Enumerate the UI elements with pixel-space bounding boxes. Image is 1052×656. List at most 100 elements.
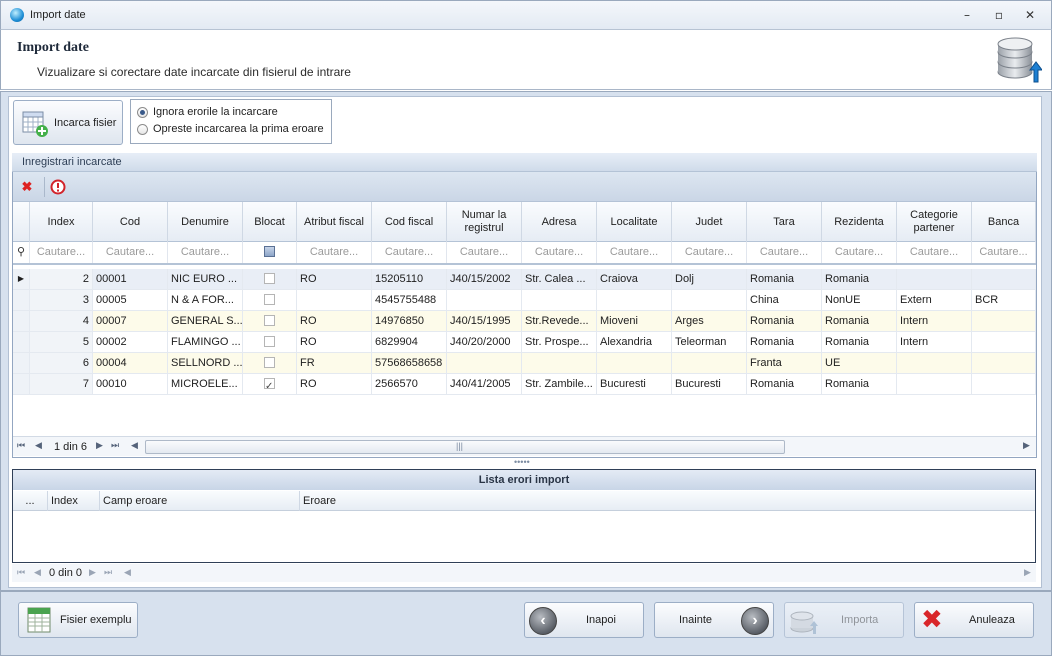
row-indicator[interactable] bbox=[13, 311, 30, 331]
cell-banca[interactable] bbox=[972, 353, 1036, 373]
cell-tara[interactable]: Romania bbox=[747, 311, 822, 331]
horizontal-scrollbar-thumb[interactable]: ||| bbox=[145, 440, 785, 454]
option-ignore-errors[interactable]: Ignora erorile la incarcare bbox=[131, 106, 331, 120]
cell-cod-fiscal[interactable]: 6829904 bbox=[372, 332, 447, 352]
filter-cod-fiscal[interactable]: Cautare... bbox=[372, 242, 447, 263]
back-button[interactable]: ‹ Inapoi bbox=[524, 602, 644, 638]
cell-cod[interactable]: 00005 bbox=[93, 290, 168, 310]
cell-index[interactable]: 4 bbox=[30, 311, 93, 331]
close-window-button[interactable]: ✕ bbox=[1019, 7, 1041, 23]
cell-cod-fiscal[interactable]: 15205110 bbox=[372, 269, 447, 289]
cell-denumire[interactable]: NIC EURO ... bbox=[168, 269, 243, 289]
cell-blocat[interactable] bbox=[243, 374, 297, 394]
col-header-localitate[interactable]: Localitate bbox=[597, 202, 672, 242]
table-row[interactable]: 5 00002 FLAMINGO ... RO 6829904 J40/20/2000 St… bbox=[13, 332, 1036, 353]
cell-denumire[interactable]: MICROELE... bbox=[168, 374, 243, 394]
cell-banca[interactable] bbox=[972, 311, 1036, 331]
cell-denumire[interactable]: FLAMINGO ... bbox=[168, 332, 243, 352]
error-warning-icon[interactable] bbox=[48, 178, 68, 196]
cell-denumire[interactable]: GENERAL S... bbox=[168, 311, 243, 331]
cell-blocat[interactable] bbox=[243, 332, 297, 352]
errors-col-index[interactable]: Index bbox=[48, 491, 100, 511]
cell-cod[interactable]: 00007 bbox=[93, 311, 168, 331]
cell-cod[interactable]: 00010 bbox=[93, 374, 168, 394]
table-row[interactable]: 700010MICROELE... RO2566570J40/41/2005Str… bbox=[13, 374, 1036, 395]
cancel-button[interactable]: ✖ Anuleaza bbox=[914, 602, 1034, 638]
errors-first-page-icon[interactable]: ⏮ bbox=[17, 567, 25, 578]
col-header-tara[interactable]: Tara bbox=[747, 202, 822, 242]
cell-banca[interactable]: BCR bbox=[972, 290, 1036, 310]
blocat-checkbox[interactable] bbox=[264, 357, 275, 368]
cell-judet[interactable]: Dolj bbox=[672, 269, 747, 289]
cell-tara[interactable]: Romania bbox=[747, 374, 822, 394]
table-row[interactable]: 6 00004 SELLNORD ... FR 57568658658 Franta UE bbox=[13, 353, 1036, 374]
filter-pin-icon[interactable]: ⚲ bbox=[13, 242, 30, 263]
col-header-cod-fiscal[interactable]: Cod fiscal bbox=[372, 202, 447, 242]
cell-localitate[interactable] bbox=[597, 353, 672, 373]
blocat-checkbox[interactable] bbox=[264, 273, 275, 284]
cell-cod[interactable]: 00001 bbox=[93, 269, 168, 289]
cell-categorie-partener[interactable] bbox=[897, 353, 972, 373]
col-header-rezidenta[interactable]: Rezidenta bbox=[822, 202, 897, 242]
row-indicator[interactable]: ▶ bbox=[13, 269, 30, 289]
col-header-blocat[interactable]: Blocat bbox=[243, 202, 297, 242]
scroll-left-icon[interactable]: ◀ bbox=[131, 440, 138, 451]
cell-index[interactable]: 7 bbox=[30, 374, 93, 394]
cell-index[interactable]: 6 bbox=[30, 353, 93, 373]
cell-index[interactable]: 5 bbox=[30, 332, 93, 352]
cell-adresa[interactable]: Str. Zambile... bbox=[522, 374, 597, 394]
blocat-checkbox[interactable] bbox=[264, 315, 275, 326]
filter-blocat-checkbox[interactable] bbox=[264, 246, 275, 257]
cell-blocat[interactable] bbox=[243, 290, 297, 310]
cell-banca[interactable] bbox=[972, 332, 1036, 352]
errors-next-page-icon[interactable]: ▶ bbox=[89, 567, 96, 578]
col-header-banca[interactable]: Banca bbox=[972, 202, 1036, 242]
errors-prev-page-icon[interactable]: ◀ bbox=[34, 567, 41, 578]
cell-adresa[interactable]: Str. Prospe... bbox=[522, 332, 597, 352]
sample-file-button[interactable]: Fisier exemplu bbox=[18, 602, 138, 638]
cell-cod[interactable]: 00004 bbox=[93, 353, 168, 373]
cell-localitate[interactable] bbox=[597, 290, 672, 310]
cell-blocat[interactable] bbox=[243, 353, 297, 373]
cell-atribut-fiscal[interactable]: RO bbox=[297, 311, 372, 331]
table-row[interactable]: 3 00005 N & A FOR... 4545755488 China NonUE Ex… bbox=[13, 290, 1036, 311]
filter-numar-registru[interactable]: Cautare... bbox=[447, 242, 522, 263]
cell-tara[interactable]: Romania bbox=[747, 332, 822, 352]
col-header-atribut-fiscal[interactable]: Atribut fiscal bbox=[297, 202, 372, 242]
col-header-cod[interactable]: Cod bbox=[93, 202, 168, 242]
row-indicator[interactable] bbox=[13, 374, 30, 394]
cell-localitate[interactable]: Craiova bbox=[597, 269, 672, 289]
col-header-categorie-partener[interactable]: Categorie partener bbox=[897, 202, 972, 242]
cell-atribut-fiscal[interactable]: RO bbox=[297, 332, 372, 352]
cell-atribut-fiscal[interactable]: RO bbox=[297, 374, 372, 394]
cell-numar-registru[interactable] bbox=[447, 290, 522, 310]
blocat-checkbox[interactable] bbox=[264, 377, 275, 394]
cell-tara[interactable]: China bbox=[747, 290, 822, 310]
col-header-adresa[interactable]: Adresa bbox=[522, 202, 597, 242]
filter-localitate[interactable]: Cautare... bbox=[597, 242, 672, 263]
cell-numar-registru[interactable]: J40/20/2000 bbox=[447, 332, 522, 352]
cell-atribut-fiscal[interactable]: FR bbox=[297, 353, 372, 373]
cell-rezidenta[interactable]: UE bbox=[822, 353, 897, 373]
cell-rezidenta[interactable]: Romania bbox=[822, 332, 897, 352]
row-indicator[interactable] bbox=[13, 332, 30, 352]
scroll-right-icon[interactable]: ▶ bbox=[1023, 440, 1030, 451]
filter-categorie-partener[interactable]: Cautare... bbox=[897, 242, 972, 263]
cell-denumire[interactable]: N & A FOR... bbox=[168, 290, 243, 310]
cell-adresa[interactable] bbox=[522, 290, 597, 310]
cell-adresa[interactable]: Str.Revede... bbox=[522, 311, 597, 331]
errors-scroll-right-icon[interactable]: ▶ bbox=[1024, 567, 1031, 578]
cell-cod[interactable]: 00002 bbox=[93, 332, 168, 352]
cell-atribut-fiscal[interactable]: RO bbox=[297, 269, 372, 289]
errors-col-field[interactable]: Camp eroare bbox=[100, 491, 300, 511]
cell-numar-registru[interactable] bbox=[447, 353, 522, 373]
filter-adresa[interactable]: Cautare... bbox=[522, 242, 597, 263]
import-button[interactable]: Importa bbox=[784, 602, 904, 638]
errors-last-page-icon[interactable]: ⏭ bbox=[104, 567, 112, 578]
errors-col-indicator[interactable]: ... bbox=[13, 491, 48, 511]
col-header-judet[interactable]: Judet bbox=[672, 202, 747, 242]
cell-localitate[interactable]: Bucuresti bbox=[597, 374, 672, 394]
row-indicator[interactable] bbox=[13, 290, 30, 310]
splitter-grip[interactable]: ••••• bbox=[514, 458, 534, 467]
cell-rezidenta[interactable]: Romania bbox=[822, 374, 897, 394]
